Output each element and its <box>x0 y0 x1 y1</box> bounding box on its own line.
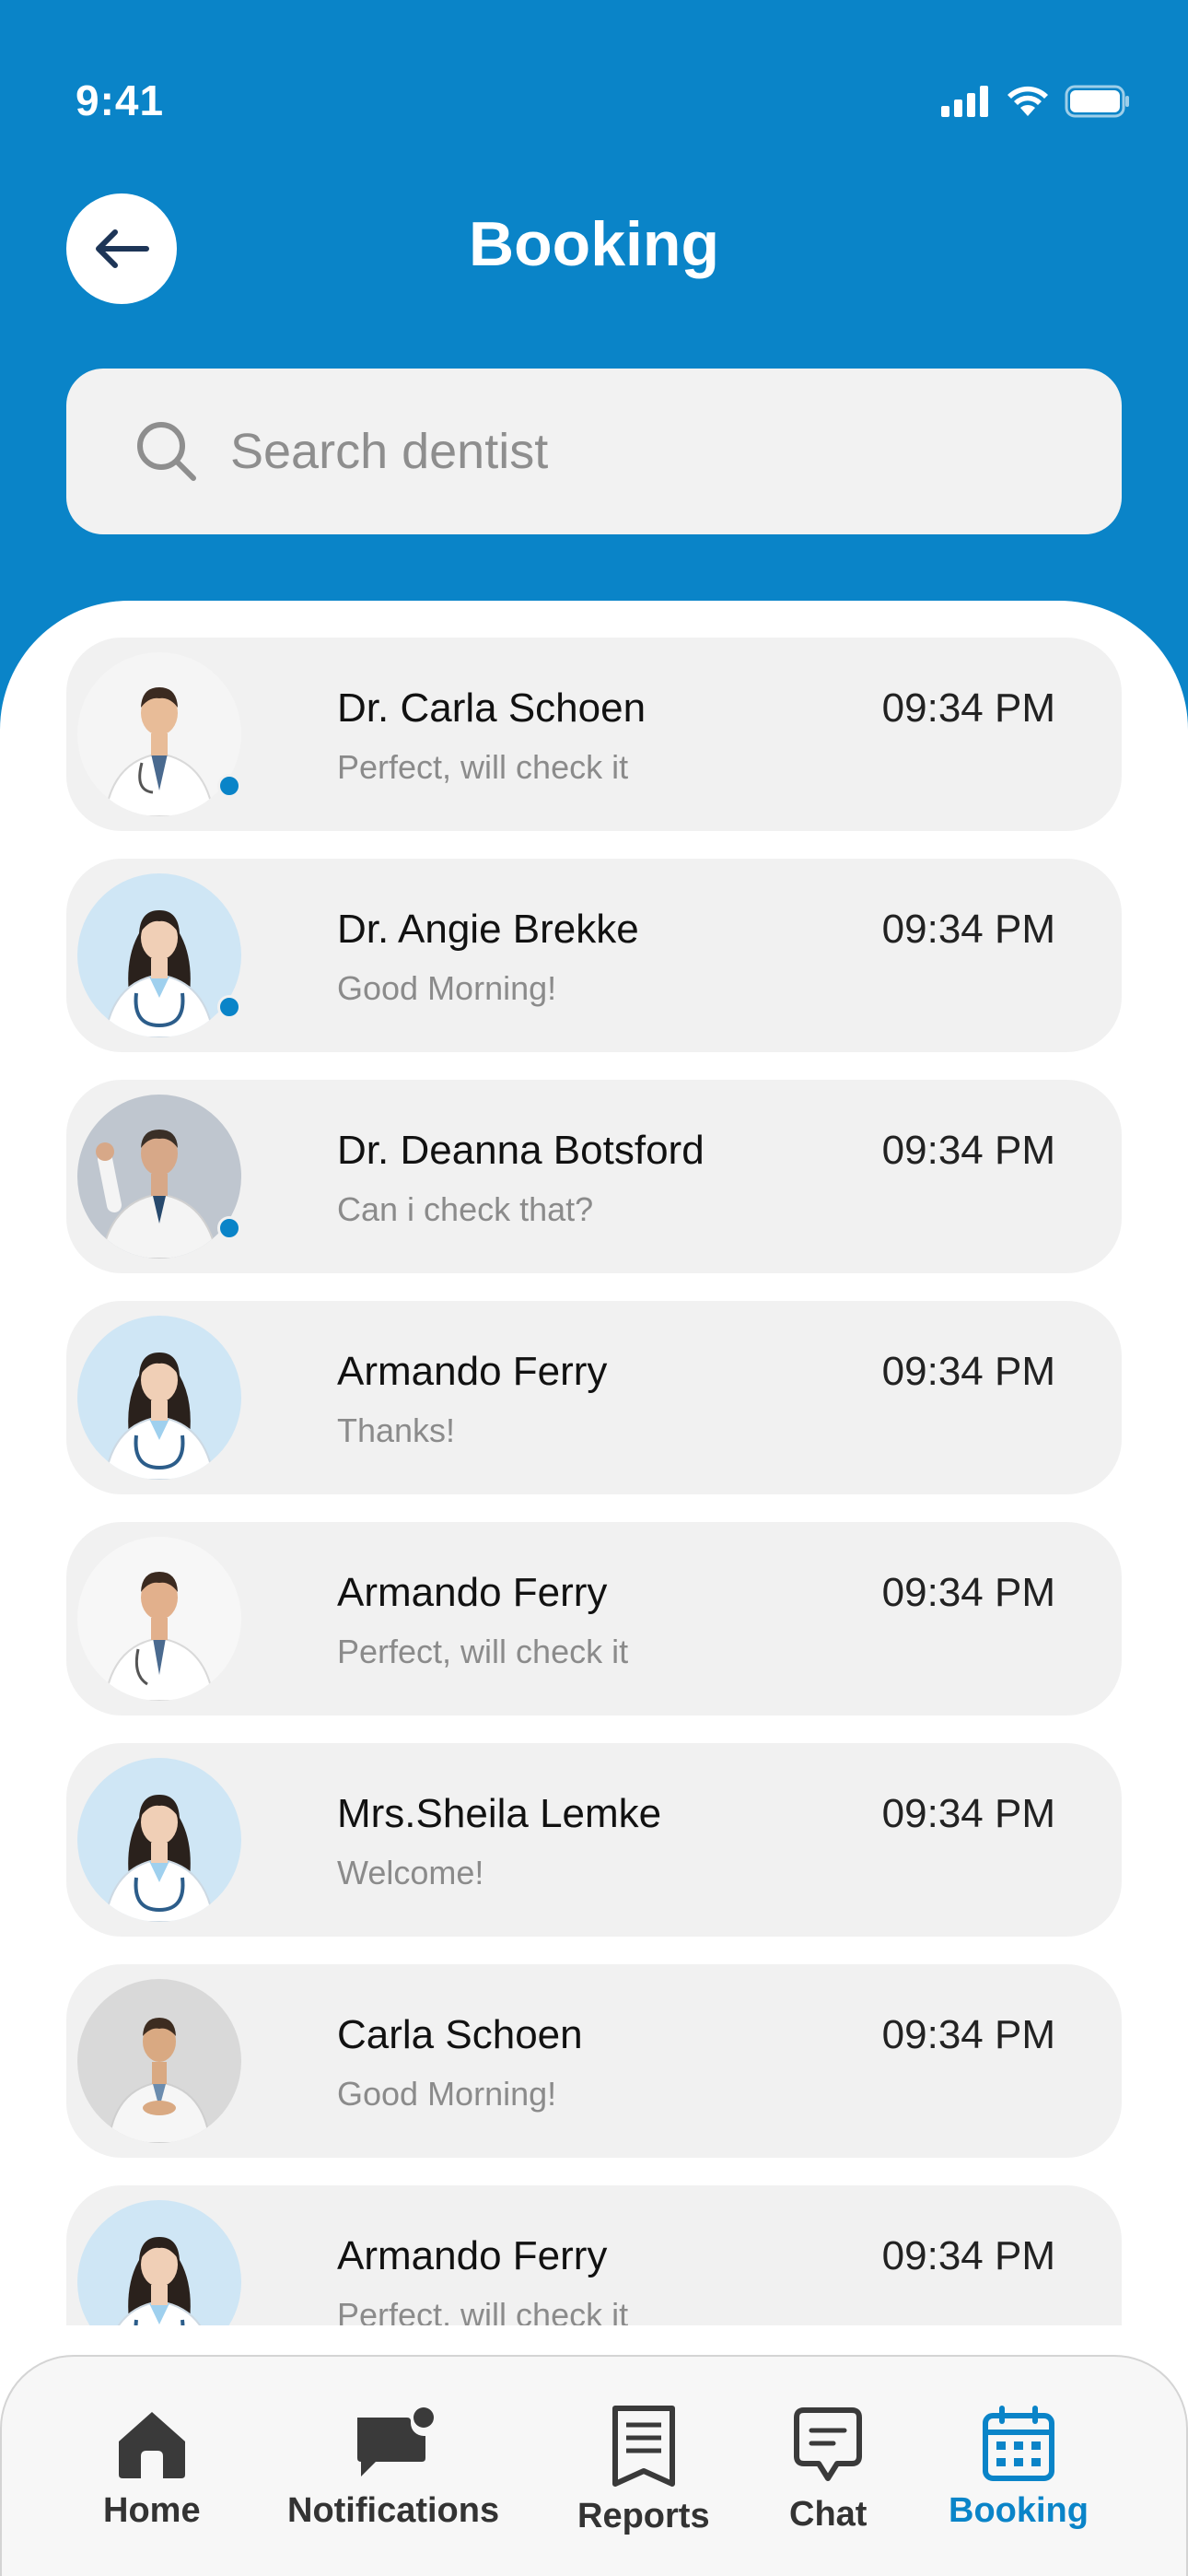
chat-last-message: Perfect, will check it <box>337 2296 629 2325</box>
doctor-avatar <box>77 2200 241 2325</box>
nav-label-booking: Booking <box>949 2491 1089 2530</box>
nav-item-notifications[interactable]: Notifications <box>287 2405 499 2531</box>
wifi-icon <box>1007 86 1048 116</box>
nav-item-chat[interactable]: Chat <box>789 2405 867 2535</box>
chat-last-message: Good Morning! <box>337 2075 557 2113</box>
online-status-dot <box>217 1216 241 1240</box>
nav-label-chat: Chat <box>789 2495 868 2534</box>
chat-timestamp: 09:34 PM <box>881 907 1055 952</box>
nav-label-notifications: Notifications <box>287 2491 500 2530</box>
bottom-navigation: Home Notifications Reports Chat Booking <box>0 2355 1188 2576</box>
search-input[interactable] <box>230 423 1059 480</box>
home-icon <box>118 2412 185 2478</box>
doctor-avatar <box>77 1316 241 1480</box>
chat-timestamp: 09:34 PM <box>881 1349 1055 1394</box>
chat-timestamp: 09:34 PM <box>881 2012 1055 2057</box>
notification-message-icon <box>357 2407 435 2476</box>
booking-screen: 9:41 Booking Search dentist Dr. Carla Sc… <box>0 0 1188 2576</box>
calendar-icon <box>982 2406 1054 2481</box>
chat-list-item[interactable]: Carla Schoen Good Morning! 09:34 PM <box>66 1964 1122 2158</box>
nav-item-reports[interactable]: Reports <box>577 2405 710 2536</box>
chat-timestamp: 09:34 PM <box>881 1570 1055 1615</box>
chat-contact-name: Mrs.Sheila Lemke <box>337 1791 662 1836</box>
chat-timestamp: 09:34 PM <box>881 2233 1055 2278</box>
doctor-avatar <box>77 652 241 816</box>
status-icons <box>941 85 1131 118</box>
chat-timestamp: 09:34 PM <box>881 1128 1055 1173</box>
status-time: 9:41 <box>76 76 165 124</box>
signal-icon <box>941 86 988 117</box>
chat-list-item[interactable]: Armando Ferry Perfect, will check it 09:… <box>66 2185 1122 2325</box>
chat-timestamp: 09:34 PM <box>881 685 1055 731</box>
chat-contact-name: Dr. Angie Brekke <box>337 907 639 952</box>
chat-list: Dr. Carla Schoen Perfect, will check it … <box>0 638 1188 2325</box>
nav-item-home[interactable]: Home <box>103 2405 201 2531</box>
battery-icon <box>1065 85 1129 118</box>
chat-last-message: Can i check that? <box>337 1190 594 1228</box>
chat-last-message: Good Morning! <box>337 969 557 1007</box>
chat-list-item[interactable]: Dr. Carla Schoen Perfect, will check it … <box>66 638 1122 831</box>
nav-label-reports: Reports <box>577 2497 710 2535</box>
chat-contact-name: Armando Ferry <box>337 1349 608 1394</box>
chat-list-item[interactable]: Dr. Angie Brekke Good Morning! 09:34 PM <box>66 859 1122 1052</box>
online-status-dot <box>217 995 241 1019</box>
chat-last-message: Welcome! <box>337 1854 484 1891</box>
search-bar[interactable] <box>66 369 1122 534</box>
chat-last-message: Perfect, will check it <box>337 748 629 786</box>
chat-list-item[interactable]: Armando Ferry Perfect, will check it 09:… <box>66 1522 1122 1715</box>
chat-contact-name: Dr. Carla Schoen <box>337 685 646 731</box>
chat-bubble-icon <box>794 2407 863 2481</box>
chat-contact-name: Armando Ferry <box>337 2233 608 2278</box>
doctor-avatar <box>77 873 241 1037</box>
chat-timestamp: 09:34 PM <box>881 1791 1055 1836</box>
chat-contact-name: Dr. Deanna Botsford <box>337 1128 705 1173</box>
chat-list-item[interactable]: Armando Ferry Thanks! 09:34 PM <box>66 1301 1122 1494</box>
chat-list-item[interactable]: Mrs.Sheila Lemke Welcome! 09:34 PM <box>66 1743 1122 1937</box>
report-document-icon <box>611 2406 675 2487</box>
doctor-avatar <box>77 1758 241 1922</box>
doctor-avatar <box>77 1537 241 1701</box>
chat-contact-name: Carla Schoen <box>337 2012 583 2057</box>
chat-list-item[interactable]: Dr. Deanna Botsford Can i check that? 09… <box>66 1080 1122 1273</box>
doctor-avatar <box>77 1095 241 1259</box>
doctor-avatar <box>77 1979 241 2143</box>
nav-item-booking[interactable]: Booking <box>949 2405 1089 2531</box>
page-title: Booking <box>469 209 719 279</box>
nav-label-home: Home <box>103 2491 201 2530</box>
chat-contact-name: Armando Ferry <box>337 1570 608 1615</box>
chat-list-viewport[interactable]: Dr. Carla Schoen Perfect, will check it … <box>0 638 1188 2325</box>
status-bar: 9:41 <box>0 0 1188 184</box>
online-status-dot <box>217 774 241 798</box>
search-icon <box>137 422 196 481</box>
chat-last-message: Thanks! <box>337 1411 456 1449</box>
chat-last-message: Perfect, will check it <box>337 1633 629 1670</box>
